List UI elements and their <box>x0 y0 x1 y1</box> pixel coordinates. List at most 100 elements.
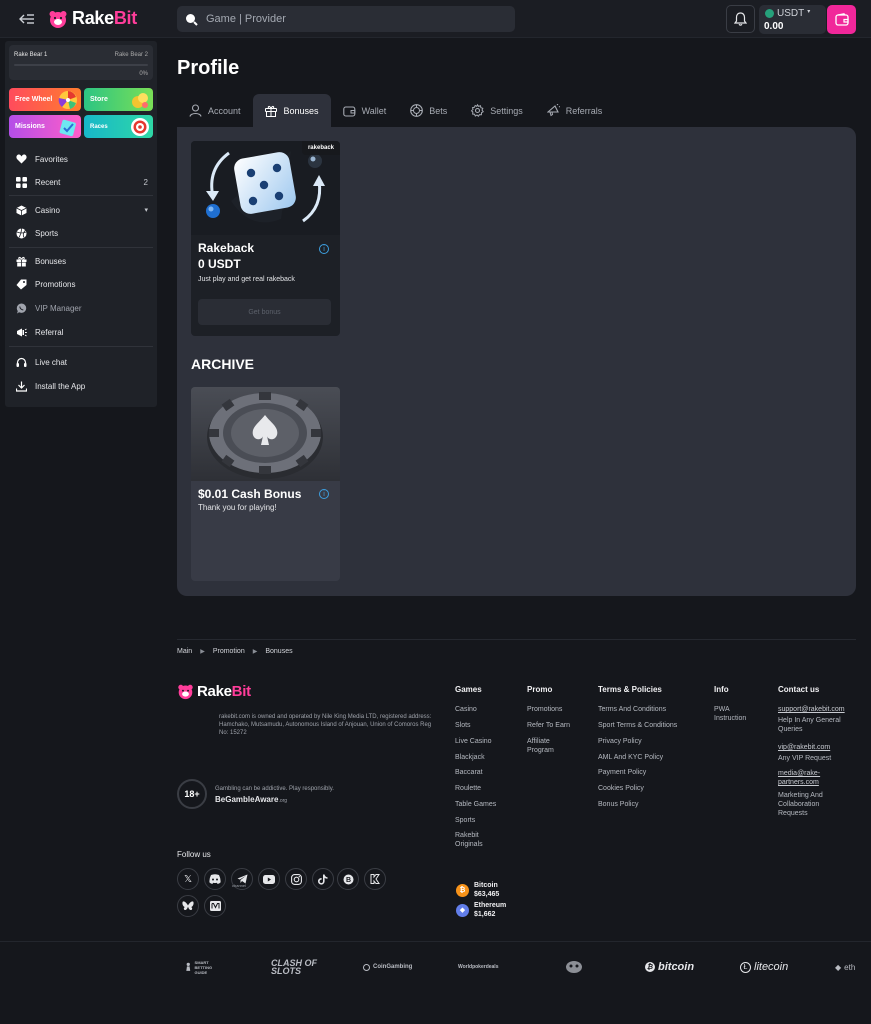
sidebar-item-favorites[interactable]: Favorites <box>5 149 157 169</box>
chevron-down-icon[interactable]: ▾ <box>144 206 148 214</box>
breadcrumb: Main ▶ Promotion ▶ Bonuses <box>177 648 293 655</box>
tab-wallet[interactable]: Wallet <box>331 94 399 127</box>
support-email-link[interactable]: support@rakebit.com <box>778 705 845 714</box>
youtube-icon[interactable] <box>258 868 280 890</box>
archive-bonus-title: $0.01 Cash Bonus <box>198 487 302 501</box>
sidebar-item-referral[interactable]: Referral <box>5 322 157 342</box>
footer-link-promotions[interactable]: Promotions <box>527 705 562 714</box>
footer-link-pwa[interactable]: PWA Instruction <box>714 705 759 723</box>
wallet-balance[interactable]: USDT ▾ 0.00 <box>759 5 826 34</box>
footer-bottom-divider <box>0 941 871 942</box>
sidebar-divider <box>9 195 153 196</box>
footer-link-sport-terms[interactable]: Sport Terms & Conditions <box>598 721 677 730</box>
store-button[interactable]: Store <box>84 88 153 111</box>
top-bar: RakeBit USDT ▾ 0.00 <box>0 0 871 38</box>
ethereum-icon: ◆ <box>835 962 842 972</box>
sidebar-item-vip-manager[interactable]: VIP Manager <box>5 298 157 318</box>
sidebar-item-bonuses[interactable]: Bonuses <box>5 251 157 271</box>
begambleaware-logo[interactable]: BeGambleAware.org <box>215 795 287 804</box>
media-email-link[interactable]: media@rake-partners.com <box>778 769 838 787</box>
search-box[interactable] <box>177 6 515 32</box>
partner-coingambing[interactable]: CoinGambing <box>363 958 412 976</box>
medium-icon[interactable] <box>204 895 226 917</box>
footer-link-rakebit-originals[interactable]: Rakebit Originals <box>455 831 505 849</box>
rakeback-description: Just play and get real rakeback <box>198 276 295 283</box>
partner-smart-betting-guide[interactable]: SMART BETTING GUIDE <box>185 958 225 976</box>
footer-link-live-casino[interactable]: Live Casino <box>455 737 492 746</box>
x-twitter-icon[interactable]: 𝕏 <box>177 868 199 890</box>
footer-link-casino[interactable]: Casino <box>455 705 477 714</box>
tab-referrals[interactable]: Referrals <box>535 94 615 127</box>
collapse-menu-icon[interactable] <box>18 11 36 27</box>
discord-icon[interactable] <box>204 868 226 890</box>
bitcoin-icon: ₿ <box>456 883 469 897</box>
deposit-button[interactable] <box>827 5 856 34</box>
mascot-logo-icon <box>566 961 582 973</box>
sidebar-item-promotions[interactable]: Promotions <box>5 274 157 294</box>
footer-link-aml-kyc[interactable]: AML And KYC Policy <box>598 753 663 762</box>
footer-link-blackjack[interactable]: Blackjack <box>455 753 485 762</box>
archive-heading: ARCHIVE <box>191 356 255 372</box>
ticket-icon <box>59 119 76 137</box>
kick-icon[interactable] <box>364 868 386 890</box>
races-button[interactable]: Races <box>84 115 153 138</box>
footer-link-privacy[interactable]: Privacy Policy <box>598 737 642 746</box>
footer-link-payment[interactable]: Payment Policy <box>598 768 646 777</box>
tab-settings[interactable]: Settings <box>459 94 535 127</box>
footer-link-refer-to-earn[interactable]: Refer To Earn <box>527 721 570 730</box>
partner-bitcoin[interactable]: ₿ bitcoin <box>645 958 694 976</box>
grid-icon <box>16 176 27 188</box>
sidebar-item-recent[interactable]: Recent 2 <box>5 172 157 192</box>
bell-icon <box>734 12 747 26</box>
info-icon[interactable]: i <box>319 489 329 499</box>
tab-bets[interactable]: Bets <box>398 94 459 127</box>
footer-link-slots[interactable]: Slots <box>455 721 471 730</box>
tiktok-icon[interactable] <box>312 868 334 890</box>
bitcoin-icon: ₿ <box>645 962 655 972</box>
missions-button[interactable]: Missions <box>9 115 81 138</box>
footer-logo[interactable]: RakeBit <box>177 683 251 700</box>
partner-litecoin[interactable]: Łlitecoin <box>740 958 788 976</box>
footer-link-baccarat[interactable]: Baccarat <box>455 768 483 777</box>
rank-progress-percent: 0% <box>139 71 148 77</box>
bluesky-icon[interactable] <box>177 895 199 917</box>
vip-email-link[interactable]: vip@rakebit.com <box>778 743 830 752</box>
footer-link-sports[interactable]: Sports <box>455 816 475 825</box>
partner-clash-of-slots[interactable]: CLASH OF SLOTS <box>271 958 321 976</box>
partner-mascot[interactable] <box>565 958 583 976</box>
footer-divider <box>177 639 856 640</box>
sidebar-item-casino[interactable]: Casino ▾ <box>5 200 157 220</box>
partner-ethereum[interactable]: ◆ eth <box>835 958 855 976</box>
tab-account[interactable]: Account <box>177 94 253 127</box>
footer-link-table-games[interactable]: Table Games <box>455 800 496 809</box>
search-input[interactable] <box>206 13 496 25</box>
sidebar-item-live-chat[interactable]: Live chat <box>5 352 157 372</box>
breadcrumb-promotion[interactable]: Promotion <box>213 648 245 655</box>
breadcrumb-main[interactable]: Main <box>177 648 192 655</box>
chevron-down-icon: ▾ <box>807 9 811 15</box>
footer-link-affiliate-program[interactable]: Affiliate Program <box>527 737 572 755</box>
logo-text: RakeBit <box>72 8 137 28</box>
get-bonus-button[interactable]: Get bonus <box>198 299 331 325</box>
profile-tabs: Account Bonuses Wallet Bets Settings Ref… <box>177 94 614 127</box>
balance-amount: 0.00 <box>764 21 784 32</box>
bitcointalk-icon[interactable]: B <box>337 868 359 890</box>
footer-logo-text: RakeBit <box>197 683 251 700</box>
chip-icon <box>410 104 424 117</box>
free-wheel-button[interactable]: Free Wheel <box>9 88 81 111</box>
sidebar-item-install-app[interactable]: Install the App <box>5 376 157 396</box>
footer-link-roulette[interactable]: Roulette <box>455 784 481 793</box>
tab-bonuses[interactable]: Bonuses <box>252 94 331 127</box>
bear-logo-icon <box>178 684 193 700</box>
footer-link-bonus-policy[interactable]: Bonus Policy <box>598 800 638 809</box>
age-badge: 18+ <box>177 779 207 809</box>
footer-link-cookies[interactable]: Cookies Policy <box>598 784 644 793</box>
instagram-icon[interactable] <box>285 868 307 890</box>
partner-worldpokerdeals[interactable]: Worldpokerdeals <box>458 958 498 976</box>
footer-link-terms[interactable]: Terms And Conditions <box>598 705 666 714</box>
currency-selector[interactable]: USDT ▾ <box>765 8 810 19</box>
info-icon[interactable]: i <box>319 244 329 254</box>
logo[interactable]: RakeBit <box>48 8 137 29</box>
notifications-button[interactable] <box>726 5 755 33</box>
sidebar-item-sports[interactable]: Sports <box>5 223 157 243</box>
